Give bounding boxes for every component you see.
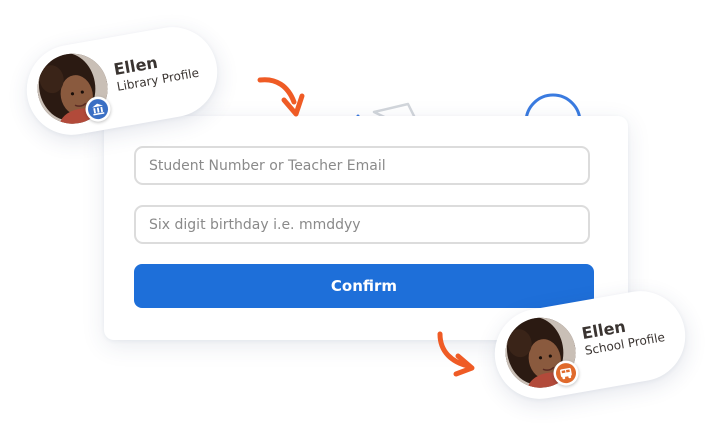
student-number-or-email-input[interactable] [136,148,588,183]
school-bus-icon [551,358,581,388]
birthday-input[interactable] [136,207,588,242]
login-illustration: Confirm [0,0,722,424]
arrow-down-right-icon [256,74,306,118]
confirm-button[interactable]: Confirm [134,264,594,308]
arrow-down-right-icon [432,330,482,378]
library-profile-text: Ellen Library Profile [112,47,200,96]
library-building-icon [83,94,113,124]
id-field-wrapper [134,146,590,185]
school-profile-text: Ellen School Profile [580,311,666,360]
birthday-field-wrapper [134,205,590,244]
